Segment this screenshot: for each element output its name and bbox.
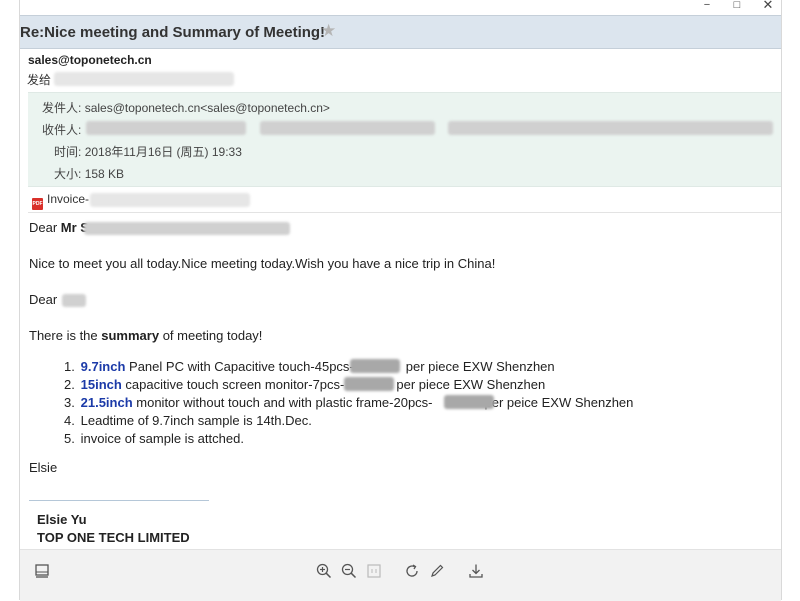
download-icon[interactable] (468, 563, 484, 584)
email-viewer-window: − □ ✕ Re:Nice meeting and Summary of Mee… (19, 0, 782, 601)
signature-name: Elsie Yu (37, 512, 87, 527)
subject-bar: Re:Nice meeting and Summary of Meeting! … (20, 15, 781, 49)
pdf-file-icon: PDF (32, 198, 43, 210)
list-number: 5. (64, 431, 75, 446)
zoom-out-icon[interactable] (341, 563, 357, 584)
title-bar: − □ ✕ (20, 0, 781, 13)
redacted-greeting-name (84, 222, 290, 235)
greeting: Dear Mr S (29, 220, 89, 235)
body-line-2: There is the summary of meeting today! (29, 328, 262, 343)
list-highlight: 9.7inch (80, 359, 126, 374)
detail-sender: 发件人: sales@toponetech.cn<sales@toponetec… (42, 99, 330, 116)
list-item: 5. invoice of sample is attched. (64, 430, 633, 448)
fit-page-icon[interactable] (366, 563, 382, 584)
list-text: invoice of sample is attched. (80, 431, 244, 446)
email-details-panel: 发件人: sales@toponetech.cn<sales@toponetec… (28, 92, 781, 187)
line2-prefix: There is the (29, 328, 102, 343)
body-line-1: Nice to meet you all today.Nice meeting … (29, 256, 496, 271)
line2-suffix: of meeting today! (159, 328, 263, 343)
line2-bold: summary (101, 328, 160, 343)
zoom-in-icon[interactable] (316, 563, 332, 584)
list-item: 3. 21.5inch monitor without touch and wi… (64, 394, 633, 412)
minimize-button[interactable]: − (696, 0, 718, 12)
list-number: 2. (64, 377, 75, 392)
to-label: 发给 (27, 73, 52, 87)
viewer-toolbar (20, 549, 781, 601)
attachment-name[interactable]: Invoice- (47, 192, 89, 206)
divider (28, 212, 781, 213)
recipient-label: 收件人: (42, 123, 82, 137)
redacted-greeting-2-name (62, 294, 86, 307)
list-text: Leadtime of 9.7inch sample is 14th.Dec. (80, 413, 312, 428)
redacted-recipient-1 (86, 121, 246, 135)
maximize-button[interactable]: □ (726, 0, 748, 12)
list-text: Panel PC with Capacitive touch-45pcs- (125, 359, 354, 374)
tray-icon[interactable] (34, 563, 50, 584)
redacted-price-1 (350, 359, 400, 373)
list-item: 1. 9.7inch Panel PC with Capacitive touc… (64, 358, 633, 376)
redacted-price-3 (444, 395, 494, 409)
list-number: 4. (64, 413, 75, 428)
email-subject: Re:Nice meeting and Summary of Meeting! (20, 24, 326, 41)
list-highlight: 21.5inch (80, 395, 133, 410)
detail-size: 大小: 158 KB (54, 165, 124, 182)
list-number: 1. (64, 359, 75, 374)
detail-time: 时间: 2018年11月16日 (周五) 19:33 (54, 143, 242, 160)
list-text: monitor without touch and with plastic f… (132, 395, 433, 410)
list-tail: per piece EXW Shenzhen (405, 359, 555, 374)
detail-recipient: 收件人: (42, 121, 81, 138)
sender-value[interactable]: sales@toponetech.cn<sales@toponetech.cn> (85, 101, 330, 115)
list-text: capacitive touch screen monitor-7pcs- (121, 377, 345, 392)
edit-icon[interactable] (429, 563, 445, 584)
signature-company: TOP ONE TECH LIMITED (37, 530, 190, 545)
greeting-prefix: Dear (29, 220, 61, 235)
redacted-price-2 (344, 377, 394, 391)
attachment-item[interactable]: PDF Invoice- (32, 192, 89, 210)
greeting-2: Dear (29, 292, 58, 307)
size-value: 158 KB (84, 167, 125, 181)
sender-label: 发件人: (42, 101, 82, 115)
redacted-attachment-name (90, 193, 250, 207)
size-label: 大小: (54, 167, 82, 181)
list-tail: per piece EXW Shenzhen (396, 377, 546, 392)
from-address: sales@toponetech.cn (28, 53, 152, 67)
time-value: 2018年11月16日 (周五) 19:33 (84, 145, 242, 159)
close-button[interactable]: ✕ (757, 0, 779, 12)
list-number: 3. (64, 395, 75, 410)
signoff: Elsie (29, 460, 58, 475)
signature-divider (29, 500, 209, 501)
rotate-icon[interactable] (404, 563, 420, 584)
redacted-recipient-3 (448, 121, 773, 135)
to-line: 发给 (27, 71, 51, 88)
redacted-recipients (54, 72, 234, 86)
list-highlight: 15inch (80, 377, 122, 392)
time-label: 时间: (54, 145, 82, 159)
list-item: 4. Leadtime of 9.7inch sample is 14th.De… (64, 412, 633, 430)
list-tail: per peice EXW Shenzhen (484, 395, 634, 410)
summary-list: 1. 9.7inch Panel PC with Capacitive touc… (64, 358, 633, 448)
redacted-recipient-2 (260, 121, 435, 135)
star-icon[interactable]: ★ (321, 21, 336, 41)
